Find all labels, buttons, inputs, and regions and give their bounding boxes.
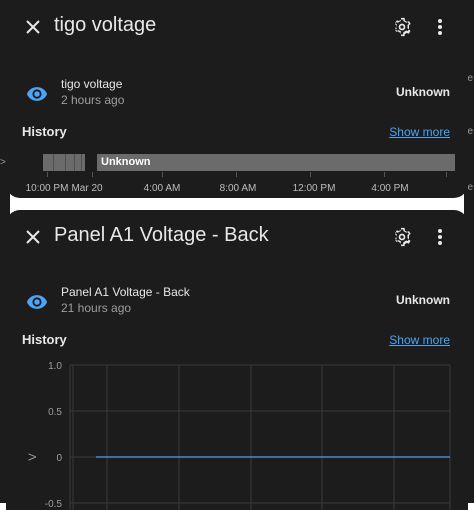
- background-text: e: [467, 182, 473, 193]
- timeline-axis-label: 4:00 PM: [371, 183, 409, 194]
- dialog-header: tigo voltage: [6, 0, 468, 54]
- eye-icon: [26, 87, 48, 101]
- timeline-axis-label: 10:00 PM: [25, 183, 69, 194]
- more-info-dialog-tigo-voltage: tigo voltage tigo voltage 2 hours ago Un…: [6, 0, 468, 198]
- timeline-axis-label: Mar 20: [71, 183, 103, 194]
- more-info-dialog-panel-a1-voltage: Panel A1 Voltage - Back Panel A1 Voltage…: [6, 210, 468, 510]
- background-text: >: [0, 157, 6, 168]
- timeline-segment-unknown[interactable]: [43, 154, 85, 171]
- timeline-axis: [6, 172, 468, 178]
- entity-row[interactable]: tigo voltage 2 hours ago Unknown: [6, 74, 468, 114]
- y-tick-label: 0.5: [48, 407, 62, 418]
- history-heading: History: [22, 124, 67, 139]
- y-tick-label: -0.5: [45, 499, 63, 510]
- voltage-history-chart[interactable]: 1.0 0.5 0 -0.5 V: [6, 210, 468, 510]
- entity-name: tigo voltage: [61, 77, 123, 91]
- close-icon: [26, 20, 40, 34]
- show-more-link[interactable]: Show more: [389, 125, 450, 139]
- y-tick-label: 1.0: [48, 361, 62, 372]
- timeline-axis-label: 8:00 AM: [219, 183, 257, 194]
- overflow-menu-button[interactable]: [426, 13, 454, 41]
- settings-button[interactable]: [388, 13, 416, 41]
- close-button[interactable]: [19, 13, 47, 41]
- background-text: e: [467, 126, 473, 137]
- last-changed: 2 hours ago: [61, 93, 125, 107]
- timeline-segment-label: Unknown: [101, 156, 151, 168]
- timeline-axis-label: 12:00 PM: [292, 183, 336, 194]
- timeline-gap: [86, 154, 95, 171]
- gear-icon: [395, 17, 411, 37]
- background-text: e: [467, 73, 473, 84]
- timeline-segment-unknown[interactable]: Unknown: [97, 154, 455, 171]
- dialog-title: tigo voltage: [54, 14, 157, 36]
- more-vertical-icon: [438, 19, 442, 35]
- y-axis-label: V: [27, 453, 39, 461]
- history-timeline[interactable]: Unknown: [43, 154, 455, 171]
- entity-state: Unknown: [396, 85, 450, 99]
- timeline-axis-label: 4:00 AM: [143, 183, 181, 194]
- y-tick-label: 0: [56, 453, 62, 464]
